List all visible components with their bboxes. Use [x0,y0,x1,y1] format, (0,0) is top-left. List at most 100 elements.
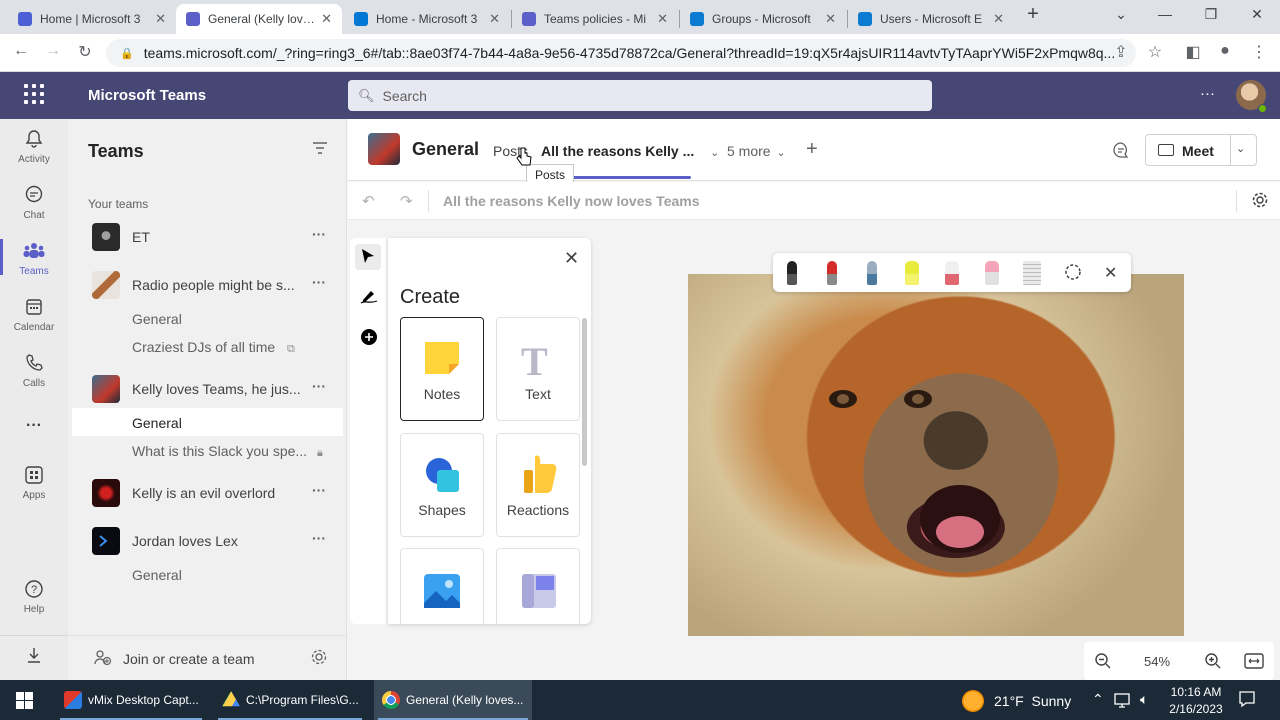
team-more-button[interactable]: ··· [312,274,326,290]
close-icon[interactable]: ✕ [993,11,1004,27]
clock-date[interactable]: 2/16/2023 [1164,702,1228,716]
app-launcher-icon[interactable] [24,84,44,104]
zoom-in-icon[interactable] [1204,652,1222,675]
gear-icon[interactable] [1251,191,1269,214]
browser-tab[interactable]: Users - Microsoft E ✕ [848,4,1014,34]
close-icon[interactable]: ✕ [657,11,668,27]
taskbar-app-chrome[interactable]: General (Kelly loves... [374,680,532,720]
taskbar-app-vmix[interactable]: vMix Desktop Capt... [56,680,206,720]
red-pen-icon[interactable] [827,261,837,285]
close-icon[interactable]: ✕ [825,11,836,27]
browser-tab[interactable]: Home | Microsoft 3 ✕ [8,4,176,34]
rail-item-apps[interactable]: Apps [0,465,68,501]
notifications-icon[interactable] [1238,690,1256,713]
redo-icon[interactable]: ↷ [400,192,413,210]
rail-item-calls[interactable]: Calls [0,353,68,389]
forward-icon[interactable]: → [42,42,64,60]
browser-tab[interactable]: Teams policies - Mi ✕ [512,4,678,34]
team-item-et[interactable]: ET ··· [88,223,338,253]
clock-time[interactable]: 10:16 AM [1168,685,1224,699]
team-more-button[interactable]: ··· [312,378,326,394]
ruler-icon[interactable] [1023,261,1041,285]
undo-icon[interactable]: ↶ [362,192,375,210]
sidepanel-icon[interactable]: ◧ [1182,42,1204,62]
create-notes-card[interactable]: Notes [400,317,484,421]
browser-tab-active[interactable]: General (Kelly loves ✕ [176,4,342,34]
blue-pen-icon[interactable] [867,261,877,285]
rail-item-activity[interactable]: Activity [0,129,68,165]
rail-item-calendar[interactable]: Calendar [0,297,68,333]
team-more-button[interactable]: ··· [312,530,326,546]
fit-to-screen-icon[interactable] [1244,653,1264,674]
close-icon[interactable]: ✕ [489,11,500,27]
channel-item[interactable]: Craziest DJs of all time ⧉ [132,339,295,356]
windows-start-icon[interactable] [16,692,33,714]
chevron-down-icon[interactable]: ⌄ [1236,142,1245,155]
create-reactions-card[interactable]: Reactions [496,433,580,537]
pen-icon[interactable] [360,288,378,309]
channel-item[interactable]: What is this Slack you spe... 🔒︎ [132,443,323,460]
new-tab-button[interactable]: + [1018,3,1048,26]
close-icon[interactable]: ✕ [1104,263,1117,283]
channel-item[interactable]: General [132,567,182,583]
highlighter-icon[interactable] [905,261,919,285]
gear-icon[interactable] [310,648,328,671]
close-icon[interactable]: ✕ [155,11,166,27]
reload-icon[interactable]: ↻ [74,42,96,62]
rail-item-help[interactable]: ? Help [0,579,68,615]
volume-icon[interactable]: 🔈︎ [1140,691,1148,708]
window-close-icon[interactable]: ✕ [1242,6,1272,23]
close-icon[interactable]: ✕ [564,248,579,269]
team-more-button[interactable]: ··· [312,482,326,498]
bookmark-star-icon[interactable]: ☆ [1144,42,1166,62]
settings-more-button[interactable]: ··· [1200,85,1215,102]
marker-icon[interactable] [945,261,959,285]
lasso-icon[interactable] [1063,263,1083,288]
tab-more[interactable]: 5 more ⌄ [727,143,786,159]
share-icon[interactable]: ⇪ [1110,42,1132,62]
close-icon[interactable]: ✕ [321,11,332,27]
channel-item[interactable]: General [132,311,182,327]
team-item-evil-overlord[interactable]: Kelly is an evil overlord ··· [88,479,338,509]
restore-icon[interactable]: ❐ [1196,6,1226,23]
browser-tab[interactable]: Home - Microsoft 3 ✕ [344,4,510,34]
team-item-jordan[interactable]: Jordan loves Lex ··· [88,527,338,557]
channel-item-selected[interactable]: General [132,415,182,431]
rail-item-chat[interactable]: Chat [0,185,68,221]
tab-search-icon[interactable]: ⌄ [1106,6,1136,23]
filter-icon[interactable] [312,141,328,158]
rail-item-teams[interactable]: Teams [0,241,68,277]
search-input[interactable]: 🔍︎ Search [348,80,932,111]
download-icon[interactable] [0,645,68,670]
network-icon[interactable] [1114,692,1132,713]
conversation-icon[interactable] [1111,140,1131,165]
meet-button[interactable]: Meet ⌄ [1145,134,1257,166]
create-shapes-card[interactable]: Shapes [400,433,484,537]
rail-more-icon[interactable]: ··· [0,417,68,435]
create-text-card[interactable]: T Text [496,317,580,421]
browser-tab[interactable]: Groups - Microsoft ✕ [680,4,846,34]
join-create-team-row[interactable]: Join or create a team [68,635,347,680]
url-input[interactable]: 🔒 teams.microsoft.com/_?ring=ring3_6#/ta… [106,39,1136,67]
scrollbar-thumb[interactable] [582,318,587,466]
team-item-radio[interactable]: Radio people might be s... ··· [88,271,338,301]
create-template-card[interactable] [496,548,580,624]
pointer-icon[interactable] [361,248,375,269]
chevron-up-icon[interactable]: ⌃ [1092,691,1104,708]
add-tab-button[interactable]: + [806,138,818,161]
team-item-kelly-loves-teams[interactable]: Kelly loves Teams, he jus... ··· [88,375,338,405]
profile-icon[interactable]: ● [1214,42,1236,60]
orangutan-image[interactable] [688,274,1184,636]
minimize-icon[interactable]: — [1150,6,1180,22]
eraser-icon[interactable] [985,261,999,285]
chevron-down-icon[interactable]: ⌄ [710,147,719,159]
create-image-card[interactable] [400,548,484,624]
team-more-button[interactable]: ··· [312,226,326,242]
chrome-menu-icon[interactable]: ⋮ [1248,42,1270,62]
tab-whiteboard[interactable]: All the reasons Kelly ... ⌄ [541,143,719,159]
back-icon[interactable]: ← [10,42,32,60]
black-pen-icon[interactable] [787,261,797,285]
taskbar-app-drive[interactable]: C:\Program Files\G... [214,680,366,720]
add-circle-icon[interactable] [360,328,378,351]
zoom-out-icon[interactable] [1094,652,1112,675]
